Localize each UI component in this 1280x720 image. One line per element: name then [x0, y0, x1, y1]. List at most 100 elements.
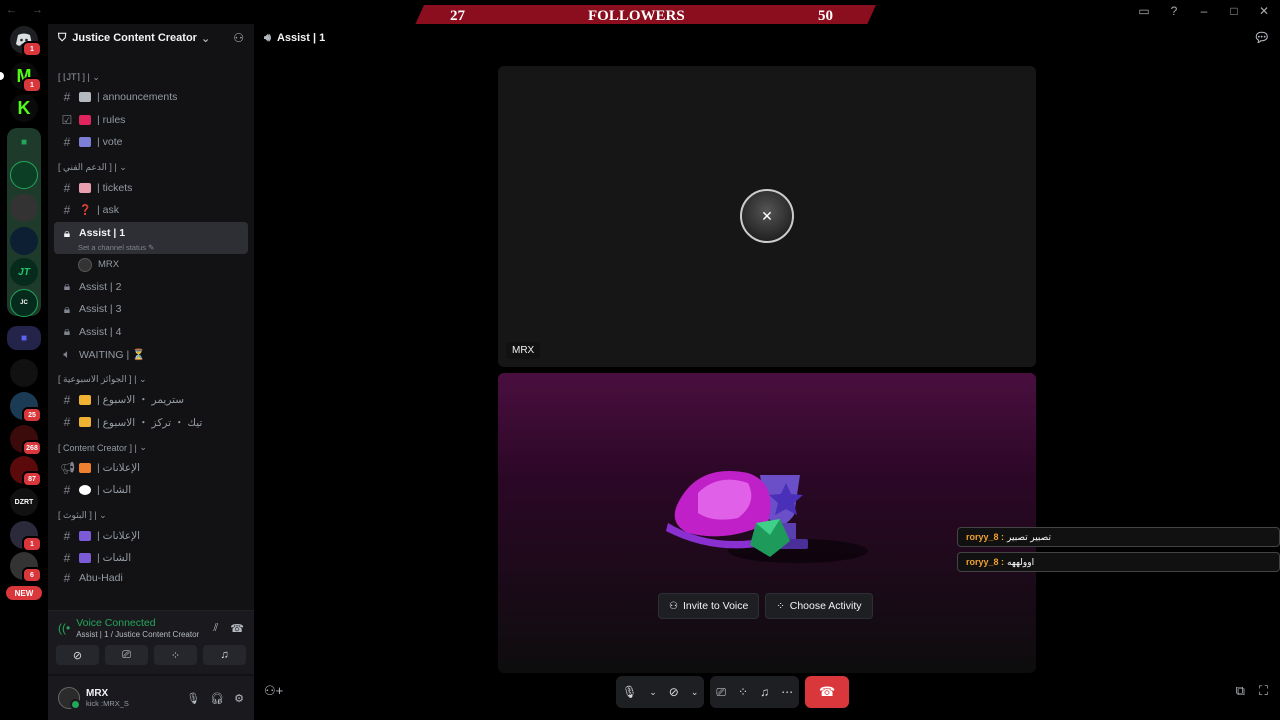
channel-status[interactable]: Set a channel status ✎ [78, 243, 154, 252]
question-emoji: ❓ [79, 204, 92, 216]
voice-user-mrx[interactable]: MRX [48, 254, 254, 276]
category-jt[interactable]: [ ⌊JT⌉ ] | ⌄ [48, 68, 254, 86]
channel-label: Assist | 3 [79, 303, 122, 316]
camera-off-button[interactable]: ⊘ [56, 645, 99, 665]
invite-to-voice-button[interactable]: ⚇ Invite to Voice [658, 593, 760, 619]
channel-weekly-tiktok[interactable]: # | تيك ・ تركز ・ الاسبوع [54, 411, 248, 434]
server-icon-purple[interactable]: 1 [10, 521, 42, 552]
fullscreen-icon[interactable]: ⛶ [1259, 683, 1268, 699]
microphone-icon[interactable]: 🎙︎ [622, 685, 637, 699]
server-icon-green[interactable] [10, 161, 38, 189]
activities-button[interactable]: ⁘ [154, 645, 197, 665]
activities-icon[interactable]: ⁘ [738, 685, 748, 699]
chat-user: roryy_8 : [966, 557, 1005, 567]
minimize-icon[interactable]: – [1196, 4, 1212, 18]
channel-vote[interactable]: # | vote [54, 131, 248, 154]
voice-channel-waiting[interactable]: 🔈︎ WAITING | ⏳ [54, 343, 248, 366]
mailbox-emoji [79, 182, 91, 193]
server-header[interactable]: ⛉ Justice Content Creator ⌄ ⚇ [48, 24, 254, 52]
overlay-chat-message: roryy_8 : اوولههه [957, 552, 1280, 572]
voice-channel-assist-3[interactable]: 🔒︎ Assist | 3 [54, 298, 248, 321]
participant-tile[interactable]: ✕ MRX [498, 66, 1036, 367]
disconnect-icon[interactable]: ☎ [230, 622, 244, 635]
headphones-icon[interactable]: 🎧︎ [210, 692, 224, 705]
server-icon-jt-green[interactable]: JT [10, 258, 38, 286]
channel-weekly-streamer[interactable]: # | ستريمر ・ الاسبوع [54, 389, 248, 412]
noise-suppression-icon[interactable]: ⫽ [213, 622, 218, 635]
channel-bt-chat[interactable]: # | الشات [54, 547, 248, 570]
server-folder[interactable] [7, 128, 41, 316]
server-icon-jt-blue[interactable] [10, 227, 38, 255]
server-kick-1[interactable]: M1 [10, 62, 42, 93]
alien-emoji [79, 530, 91, 541]
hand-emoji [79, 462, 91, 473]
checkbox-icon: ☑ [61, 112, 73, 127]
new-badge[interactable]: NEW [6, 586, 42, 600]
voice-status[interactable]: Voice Connected [76, 617, 199, 629]
category-weekly[interactable]: [ الجوائز الاسبوعية ] | ⌄ [48, 371, 254, 389]
soundboard-button[interactable]: ♫ [203, 645, 246, 665]
trophy-emoji [79, 417, 91, 428]
end-call-button[interactable]: ☎ [805, 676, 850, 708]
chevron-down-icon[interactable]: ⌄ [649, 687, 657, 698]
channel-abu-hadi[interactable]: # Abu-Hadi [54, 570, 248, 586]
server-icon-dzrt[interactable]: DZRT [10, 488, 38, 516]
channel-announcements[interactable]: # | announcements [54, 86, 248, 109]
unread-badge: 1 [22, 41, 42, 57]
server-icon-justice[interactable]: JC [10, 289, 38, 317]
add-user-icon[interactable]: ⚇+ [264, 683, 283, 699]
channel-cc-announcements[interactable]: 📢︎ | الإعلانات [54, 457, 248, 480]
more-icon[interactable]: ⋯ [781, 685, 793, 699]
channel-label: | الشات [97, 552, 132, 565]
call-controls: 🎙︎ ⌄ ⊘ ⌄ ⎚ ⁘ ♫ ⋯ ☎ [616, 676, 850, 708]
channel-label: | rules [97, 113, 126, 126]
avatar[interactable] [58, 687, 81, 710]
hash-icon: # [63, 203, 71, 218]
voice-channel-assist-1[interactable]: 🔒︎ Assist | 1 Set a channel status ✎ [54, 221, 248, 254]
choose-activity-button[interactable]: ⁘ Choose Activity [765, 593, 873, 619]
server-icon-car[interactable] [10, 194, 38, 222]
channel-rules[interactable]: ☑ | rules [54, 109, 248, 132]
invite-people-icon[interactable]: ⚇ [233, 31, 244, 45]
lock-icon: 🔒︎ [63, 279, 71, 294]
soundboard-icon[interactable]: ♫ [760, 685, 769, 699]
screen-share-icon[interactable]: ⎚ [716, 685, 726, 700]
camera-off-icon[interactable]: ⊘ [669, 685, 679, 699]
category-support[interactable]: [ الدعم الفني ] | ⌄ [48, 159, 254, 177]
signal-icon[interactable]: ((• [58, 621, 70, 635]
category-content-creator[interactable]: [ Content Creator ] | ⌄ [48, 439, 254, 457]
channel-cc-chat[interactable]: # | الشات [54, 479, 248, 502]
server-icon-grey[interactable]: 6 [10, 552, 42, 583]
popout-icon[interactable]: ⧉ [1236, 683, 1245, 699]
server-icon-car-red[interactable]: 87 [10, 456, 42, 487]
server-icon-blue[interactable]: 25 [10, 392, 42, 423]
voice-channel-assist-2[interactable]: 🔒︎ Assist | 2 [54, 276, 248, 299]
server-icon-red[interactable]: 268 [10, 425, 42, 456]
help-icon[interactable]: ? [1166, 4, 1182, 18]
folder-icon[interactable]: ■ [10, 324, 38, 352]
server-icon-vm[interactable] [10, 359, 38, 387]
channel-label: | ask [97, 204, 119, 217]
screen-share-button[interactable]: ⎚ [105, 645, 148, 665]
voice-location[interactable]: Assist | 1 / Justice Content Creator [76, 630, 199, 639]
chat-icon[interactable]: 💬︎ [1253, 30, 1270, 46]
discord-home-icon[interactable]: 1 [10, 26, 42, 57]
nav-arrows[interactable]: ← → [6, 4, 49, 16]
server-kick-2[interactable]: K [10, 94, 38, 122]
channel-ask[interactable]: # ❓ | ask [54, 199, 248, 222]
book-emoji [79, 114, 91, 125]
channel-tickets[interactable]: # | tickets [54, 177, 248, 200]
category-streams[interactable]: [ البثوث ] | ⌄ [48, 507, 254, 525]
mention-badge: 268 [22, 440, 42, 456]
screen-icon[interactable]: ▭ [1136, 4, 1152, 18]
close-icon[interactable]: ✕ [1256, 4, 1272, 18]
maximize-icon[interactable]: □ [1226, 4, 1242, 18]
folder-icon[interactable]: ■ [10, 128, 38, 156]
voice-channel-assist-4[interactable]: 🔒︎ Assist | 4 [54, 321, 248, 344]
channel-bt-announcements[interactable]: # | الإعلانات [54, 525, 248, 548]
gear-icon[interactable]: ⚙ [234, 692, 244, 705]
microphone-icon[interactable]: 🎙︎ [186, 692, 200, 705]
chat-user: roryy_8 : [966, 532, 1005, 542]
chevron-down-icon[interactable]: ⌄ [691, 687, 699, 698]
category-label: [ ⌊JT⌉ ] | [58, 71, 90, 82]
